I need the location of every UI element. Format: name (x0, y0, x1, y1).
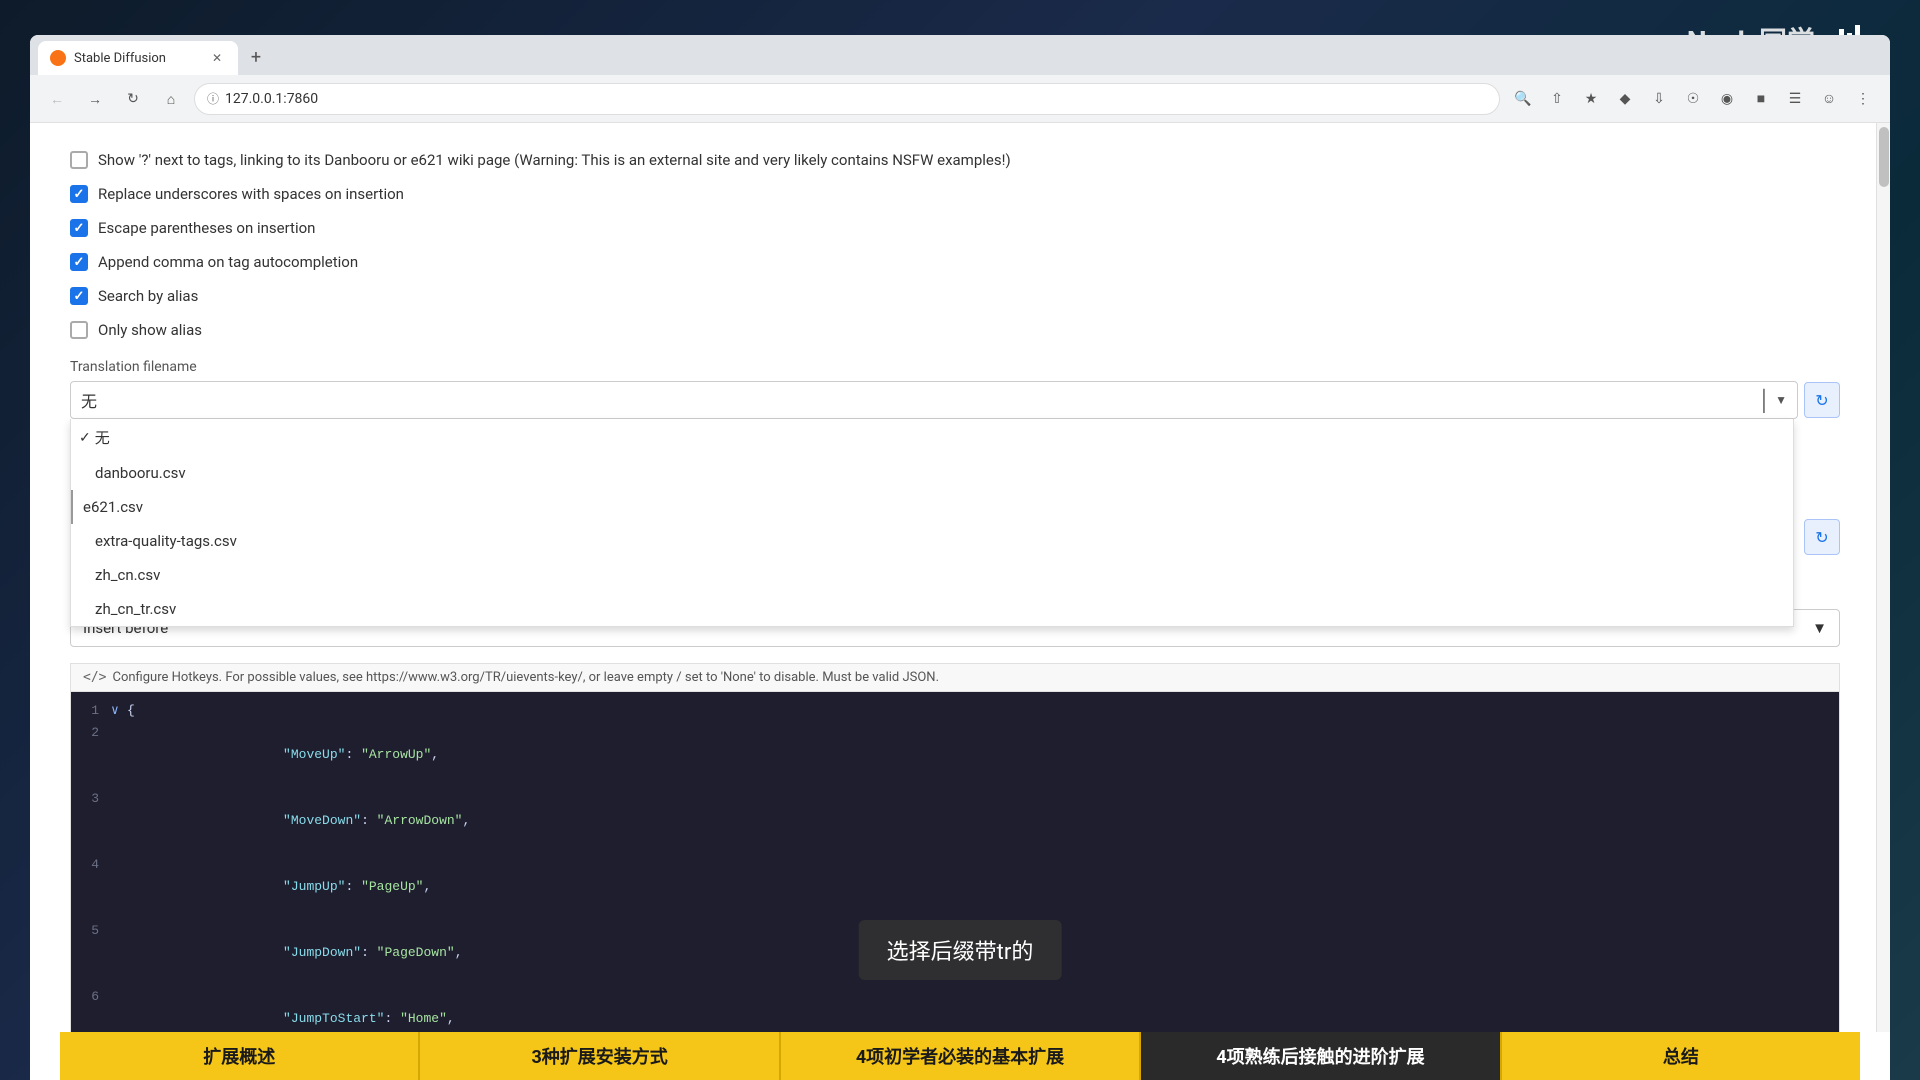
refresh-button-2[interactable]: ↻ (1804, 519, 1840, 555)
new-tab-button[interactable]: + (242, 43, 270, 71)
line-num-4: 4 (71, 854, 111, 920)
floating-subtitle: 选择后缀带tr的 (859, 920, 1062, 980)
cursor-icon: │ (1759, 388, 1772, 413)
code-hint: </> Configure Hotkeys. For possible valu… (70, 663, 1840, 691)
show-question-mark-label: Show '?' next to tags, linking to its Da… (98, 151, 1011, 169)
line-content-2: "MoveUp": "ArrowUp", (127, 722, 1839, 788)
dropdown-item-extra-quality[interactable]: extra-quality-tags.csv (71, 524, 1793, 558)
search-icon[interactable]: 🔍 (1508, 84, 1538, 114)
only-show-alias-checkbox[interactable] (70, 321, 88, 339)
code-line-2: 2 "MoveUp": "ArrowUp", (71, 722, 1839, 788)
dropdown-item-zh-cn[interactable]: zh_cn.csv (71, 558, 1793, 592)
bookmark-icon[interactable]: ★ (1576, 84, 1606, 114)
nav-actions: 🔍 ⇧ ★ ◆ ⇩ ☉ ◉ ■ ☰ ☺ ⋮ (1508, 84, 1878, 114)
translation-dropdown-field: 无 │ ▼ ↻ (70, 381, 1840, 419)
extension-icon-1[interactable]: ◆ (1610, 84, 1640, 114)
only-show-alias-row: Only show alias (70, 313, 1840, 347)
address-bar[interactable]: ⓘ 127.0.0.1:7860 (194, 83, 1500, 115)
back-button[interactable]: ← (42, 84, 72, 114)
translation-filename-label: Translation filename (70, 359, 1840, 375)
code-line-3: 3 "MoveDown": "ArrowDown", (71, 788, 1839, 854)
dropdown-arrow-icon: ▼ (1775, 393, 1787, 407)
code-editor[interactable]: 1 ∨ { 2 "MoveUp": "ArrowUp", (70, 691, 1840, 1080)
forward-button[interactable]: → (80, 84, 110, 114)
bottom-item-basic[interactable]: 4项初学者必装的基本扩展 (781, 1032, 1141, 1080)
append-comma-label: Append comma on tag autocompletion (98, 253, 358, 271)
line-num-2: 2 (71, 722, 111, 788)
extension-icon-5[interactable]: ■ (1746, 84, 1776, 114)
escape-parentheses-label: Escape parentheses on insertion (98, 219, 315, 237)
home-button[interactable]: ⌂ (156, 84, 186, 114)
translation-dropdown-input[interactable]: 无 │ ▼ (70, 381, 1798, 419)
search-by-alias-row: Search by alias (70, 279, 1840, 313)
only-show-alias-label: Only show alias (98, 321, 202, 339)
extension-icon-4[interactable]: ◉ (1712, 84, 1742, 114)
active-tab[interactable]: Stable Diffusion ✕ (38, 41, 238, 75)
escape-parentheses-checkbox[interactable] (70, 219, 88, 237)
menu-icon[interactable]: ⋮ (1848, 84, 1878, 114)
bottom-item-advanced[interactable]: 4项熟练后接触的进阶扩展 (1141, 1032, 1501, 1080)
code-icon: </> (83, 670, 106, 685)
line-indicator-4 (111, 854, 127, 920)
line-num-5: 5 (71, 920, 111, 986)
escape-parentheses-row: Escape parentheses on insertion (70, 211, 1840, 245)
tab-bar: Stable Diffusion ✕ + (30, 35, 1890, 75)
line-content-1: { (127, 700, 1839, 722)
line-content-4: "JumpUp": "PageUp", (127, 854, 1839, 920)
replace-underscores-row: Replace underscores with spaces on inser… (70, 177, 1840, 211)
nav-bar: ← → ↻ ⌂ ⓘ 127.0.0.1:7860 🔍 ⇧ ★ ◆ ⇩ ☉ ◉ ■… (30, 75, 1890, 123)
scrollbar-thumb[interactable] (1879, 127, 1889, 187)
line-indicator-3 (111, 788, 127, 854)
line-num-3: 3 (71, 788, 111, 854)
sidebar-icon[interactable]: ☰ (1780, 84, 1810, 114)
dropdown-item-none[interactable]: 无 (71, 419, 1793, 456)
bottom-bar: 扩展概述 3种扩展安装方式 4项初学者必装的基本扩展 4项熟练后接触的进阶扩展 … (60, 1032, 1860, 1080)
dropdown-item-zh-cn-tr[interactable]: zh_cn_tr.csv (71, 592, 1793, 626)
code-line-1: 1 ∨ { (71, 700, 1839, 722)
search-by-alias-label: Search by alias (98, 287, 198, 305)
dropdown-item-e621[interactable]: e621.csv (71, 490, 1793, 524)
show-question-mark-row: Show '?' next to tags, linking to its Da… (70, 143, 1840, 177)
share-icon[interactable]: ⇧ (1542, 84, 1572, 114)
tab-close-button[interactable]: ✕ (208, 49, 226, 67)
replace-underscores-checkbox[interactable] (70, 185, 88, 203)
append-comma-checkbox[interactable] (70, 253, 88, 271)
extension-icon-3[interactable]: ☉ (1678, 84, 1708, 114)
line-content-3: "MoveDown": "ArrowDown", (127, 788, 1839, 854)
dropdown-item-danbooru[interactable]: danbooru.csv (71, 456, 1793, 490)
mode-dropdown-arrow-icon: ▼ (1812, 619, 1827, 637)
show-question-mark-checkbox[interactable] (70, 151, 88, 169)
reload-button[interactable]: ↻ (118, 84, 148, 114)
tab-title: Stable Diffusion (74, 51, 200, 66)
profile-icon[interactable]: ☺ (1814, 84, 1844, 114)
refresh-button-1[interactable]: ↻ (1804, 382, 1840, 418)
translation-value: 无 (81, 388, 97, 412)
scrollbar[interactable] (1876, 123, 1890, 1032)
security-icon: ⓘ (207, 90, 219, 107)
translation-dropdown-container: 无 │ ▼ ↻ 无 danbooru.csv e621.csv (70, 381, 1840, 419)
bottom-item-overview[interactable]: 扩展概述 (60, 1032, 420, 1080)
line-indicator-5 (111, 920, 127, 986)
extension-icon-2[interactable]: ⇩ (1644, 84, 1674, 114)
code-line-4: 4 "JumpUp": "PageUp", (71, 854, 1839, 920)
tab-favicon (50, 50, 66, 66)
code-section: </> Configure Hotkeys. For possible valu… (70, 663, 1840, 1080)
line-indicator-2 (111, 722, 127, 788)
line-num-1: 1 (71, 700, 111, 722)
bottom-item-install[interactable]: 3种扩展安装方式 (420, 1032, 780, 1080)
translation-dropdown-list: 无 danbooru.csv e621.csv extra-quality-ta… (70, 419, 1794, 627)
browser-window: Stable Diffusion ✕ + ← → ↻ ⌂ ⓘ 127.0.0.1… (30, 35, 1890, 1080)
address-text: 127.0.0.1:7860 (225, 91, 318, 107)
bottom-item-summary[interactable]: 总结 (1502, 1032, 1860, 1080)
code-hint-text: Configure Hotkeys. For possible values, … (112, 670, 939, 685)
search-by-alias-checkbox[interactable] (70, 287, 88, 305)
append-comma-row: Append comma on tag autocompletion (70, 245, 1840, 279)
line-indicator-1: ∨ (111, 700, 127, 722)
replace-underscores-label: Replace underscores with spaces on inser… (98, 185, 404, 203)
